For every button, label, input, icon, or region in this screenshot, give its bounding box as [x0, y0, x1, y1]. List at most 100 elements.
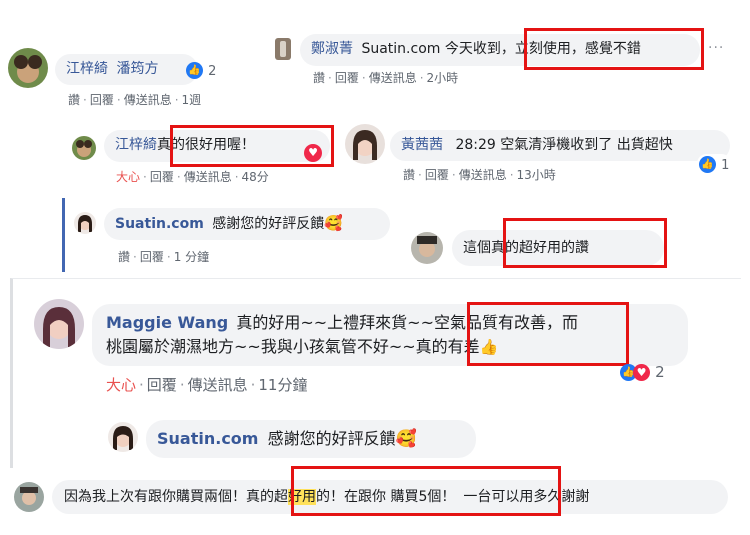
- more-options-icon[interactable]: ···: [708, 40, 724, 56]
- like-link[interactable]: 讚: [68, 93, 80, 107]
- comment-author[interactable]: 鄭淑菁: [311, 41, 353, 57]
- reaction-count: 2: [655, 363, 665, 381]
- reply-link[interactable]: 回覆: [147, 376, 177, 394]
- reply-link[interactable]: 回覆: [150, 170, 174, 184]
- timestamp[interactable]: 1 分鐘: [174, 250, 209, 264]
- timestamp[interactable]: 11分鐘: [258, 376, 307, 394]
- comment-actions: 大心 · 回覆 · 傳送訊息 · 11分鐘: [106, 376, 308, 394]
- reaction-summary[interactable]: ♥: [304, 142, 322, 162]
- highlighted-text: 立刻使用，感覺不錯: [514, 41, 641, 57]
- comment-author[interactable]: Suatin.com: [157, 429, 258, 448]
- message-link[interactable]: 傳送訊息: [369, 71, 417, 85]
- comment-bubble: 因為我上次有跟你購買兩個！真的超好用的！在跟你 購買5個！ 一台可以用多久謝謝: [52, 480, 728, 514]
- like-link[interactable]: 讚: [118, 250, 130, 264]
- avatar-image: [345, 124, 385, 164]
- avatar-image: [72, 136, 96, 160]
- comment-actions: 讚 · 回覆 · 傳送訊息 · 2小時: [313, 71, 459, 85]
- reply-link[interactable]: 回覆: [140, 250, 164, 264]
- reaction-summary[interactable]: 👍 1: [697, 154, 732, 173]
- comment-author[interactable]: Maggie Wang: [106, 313, 228, 332]
- avatar[interactable]: [411, 232, 443, 264]
- highlighted-text: 真的有差: [415, 337, 480, 356]
- comment-text: 感謝您的好評反饋: [212, 216, 325, 232]
- highlighted-text: 真的超: [246, 489, 288, 505]
- message-link[interactable]: 傳送訊息: [459, 168, 507, 182]
- message-link[interactable]: 傳送訊息: [124, 93, 172, 107]
- love-reaction-link[interactable]: 大心: [106, 376, 136, 394]
- comment-actions: 大心 · 回覆 · 傳送訊息 · 48分: [116, 170, 269, 184]
- highlighted-text: 的！在跟你 購買5個！: [316, 489, 456, 505]
- comment-author[interactable]: Suatin.com: [115, 216, 204, 232]
- reaction-summary[interactable]: 👍 ♥ 2: [620, 362, 665, 381]
- avatar[interactable]: [74, 212, 96, 234]
- message-link[interactable]: 傳送訊息: [184, 170, 232, 184]
- timestamp[interactable]: 13小時: [517, 168, 556, 182]
- thumbs-up-icon: 👍: [479, 338, 499, 356]
- avatar[interactable]: [275, 38, 291, 60]
- reaction-count: 2: [208, 64, 217, 79]
- highlighted-text: 真的很好用喔！: [157, 137, 255, 153]
- comment-actions: 讚 · 回覆 · 1 分鐘: [118, 250, 210, 264]
- comment-line: Maggie Wang 真的好用~~上禮拜來貨~~空氣品質有改善，而: [106, 311, 674, 335]
- comment-text: 這個: [463, 240, 491, 256]
- love-reaction-link[interactable]: 大心: [116, 170, 140, 184]
- avatar-image: [411, 232, 443, 264]
- comment-text: ，而: [546, 313, 579, 332]
- highlighted-text: 空氣品質有改善: [433, 313, 546, 332]
- like-link[interactable]: 讚: [403, 168, 415, 182]
- avatar-image: [74, 212, 96, 234]
- comment-author[interactable]: 江梓綺: [66, 61, 108, 77]
- avatar-image: [8, 48, 48, 88]
- smiling-face-hearts-icon: 🥰: [324, 214, 343, 232]
- comment-actions: 讚 · 回覆 · 傳送訊息 · 1週: [68, 93, 202, 107]
- avatar-image: [34, 299, 84, 349]
- like-icon: 👍: [186, 62, 203, 79]
- heart-icon: ♥: [304, 143, 322, 162]
- comment-text: 潘筠方: [116, 61, 159, 77]
- comment-bubble: 鄭淑菁 Suatin.com 今天收到，立刻使用，感覺不錯: [300, 34, 700, 66]
- comment-author[interactable]: 江梓綺: [115, 137, 157, 153]
- comment-bubble: 黃茜茜 28:29 空氣清淨機收到了 出貨超快: [390, 130, 730, 161]
- avatar[interactable]: [108, 422, 138, 452]
- comment-bubble: Suatin.com 感謝您的好評反饋🥰: [146, 420, 476, 458]
- reply-link[interactable]: 回覆: [335, 71, 359, 85]
- comment-bubble: Suatin.com 感謝您的好評反饋🥰: [104, 208, 390, 240]
- comment-bubble: 江梓綺真的很好用喔！: [104, 130, 330, 162]
- avatar[interactable]: [14, 482, 44, 512]
- timestamp[interactable]: 1週: [182, 93, 202, 107]
- timestamp[interactable]: 2小時: [427, 71, 459, 85]
- comment-actions: 讚 · 回覆 · 傳送訊息 · 13小時: [403, 168, 556, 182]
- avatar[interactable]: [8, 48, 48, 88]
- comment-text: 感謝您的好評反饋: [267, 429, 396, 448]
- avatar[interactable]: [345, 124, 385, 164]
- timestamp[interactable]: 48分: [242, 170, 269, 184]
- comment-bubble: Maggie Wang 真的好用~~上禮拜來貨~~空氣品質有改善，而 桃園屬於潮…: [92, 304, 688, 366]
- avatar-image: [14, 482, 44, 512]
- reaction-summary[interactable]: 👍 2: [186, 60, 216, 79]
- avatar[interactable]: [72, 136, 96, 160]
- message-link[interactable]: 傳送訊息: [188, 376, 248, 394]
- comment-text: 因為我上次有跟你購買兩個！: [64, 489, 246, 505]
- highlighted-text: 真的超好用的讚: [491, 240, 589, 256]
- reply-link[interactable]: 回覆: [425, 168, 449, 182]
- like-icon: 👍: [699, 156, 716, 173]
- comment-text: 一台可以用多久謝謝: [463, 489, 590, 505]
- avatar-image: [108, 422, 138, 452]
- smiling-face-hearts-icon: 🥰: [395, 429, 417, 449]
- avatar-image: [275, 38, 291, 60]
- comment-bubble: 這個真的超好用的讚: [452, 230, 664, 266]
- comment-text: 真的好用~~上禮拜來貨~~: [236, 313, 434, 332]
- comment-line: 桃園屬於潮濕地方~~我與小孩氣管不好~~真的有差👍: [106, 335, 674, 359]
- reply-link[interactable]: 回覆: [90, 93, 114, 107]
- highlighted-text: 好用: [288, 489, 316, 505]
- comment-author[interactable]: 黃茜茜: [401, 137, 443, 153]
- avatar[interactable]: [34, 299, 84, 349]
- like-link[interactable]: 讚: [313, 71, 325, 85]
- comment-text: Suatin.com 今天收到，: [361, 41, 515, 57]
- comment-text: 桃園屬於潮濕地方~~我與小孩氣管不好~~: [106, 337, 416, 356]
- reaction-count: 1: [721, 158, 730, 173]
- thread-indicator: [62, 198, 65, 272]
- heart-icon: ♥: [633, 364, 650, 381]
- comment-bubble: 江梓綺 潘筠方: [55, 54, 199, 85]
- comment-text: 28:29 空氣清淨機收到了 出貨超快: [455, 137, 673, 153]
